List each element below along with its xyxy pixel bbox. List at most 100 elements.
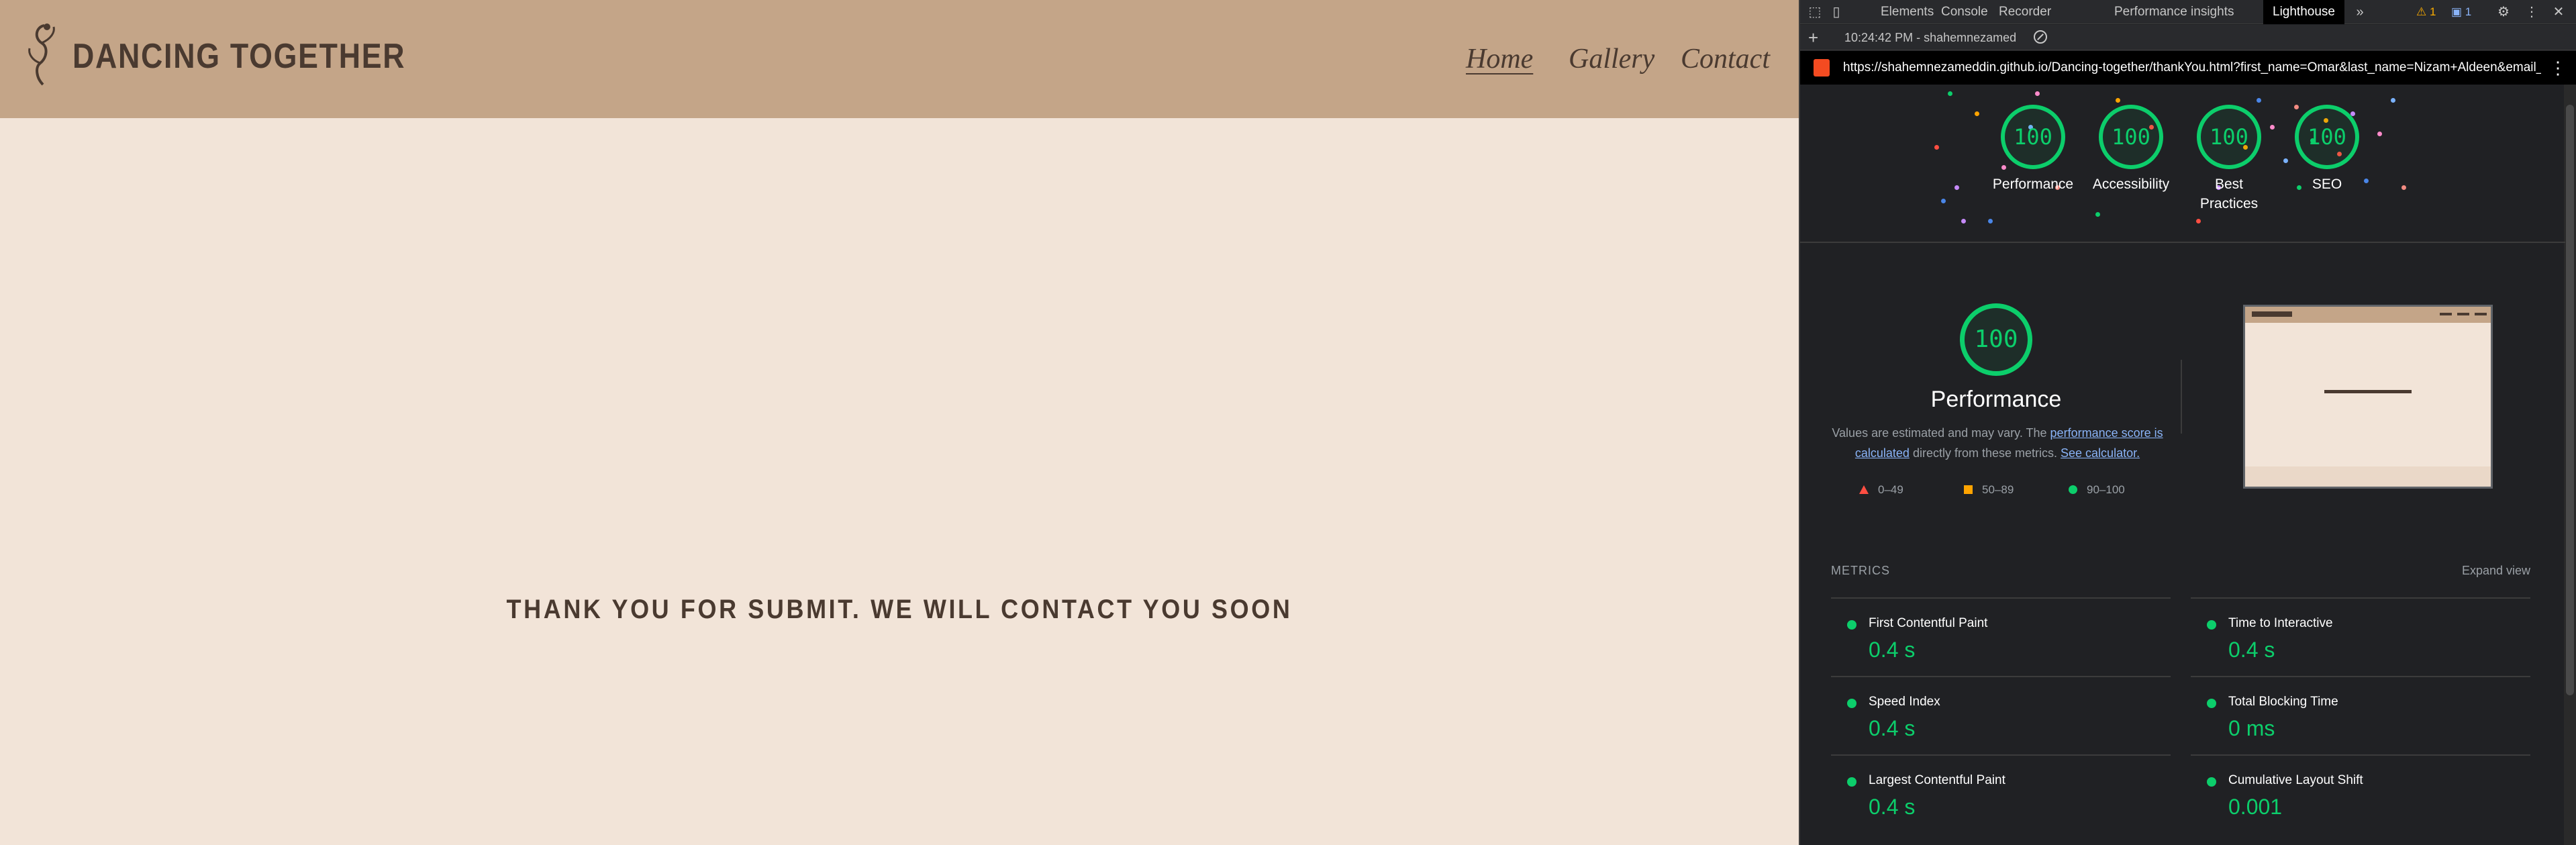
- metric-value: 0.001: [2228, 795, 2283, 819]
- performance-section: 100 Performance Values are estimated and…: [1800, 244, 2565, 526]
- expand-view-toggle[interactable]: Expand view: [2462, 564, 2530, 578]
- gauge-score: 100: [2197, 105, 2261, 169]
- kebab-menu-icon[interactable]: ⋮: [2524, 4, 2540, 20]
- confetti-dot: [1948, 91, 1952, 96]
- report-selector[interactable]: 10:24:42 PM - shahemnezamed: [1844, 31, 2016, 45]
- metric-name: First Contentful Paint: [1869, 616, 1988, 630]
- clear-reports-icon[interactable]: [2034, 30, 2047, 44]
- see-calculator-link[interactable]: See calculator.: [2061, 446, 2140, 460]
- devtools-tabbar: ⬚ ▯ Elements Console Recorder Performanc…: [1800, 0, 2576, 24]
- metric-name: Time to Interactive: [2228, 616, 2333, 630]
- gauge-best-practices[interactable]: 100 Best Practices: [2179, 105, 2279, 213]
- gauge-seo[interactable]: 100 SEO: [2277, 105, 2377, 194]
- metric-value: 0.4 s: [2228, 638, 2275, 662]
- metric-value: 0.4 s: [1869, 716, 1916, 740]
- metric-first-contentful-paint: First Contentful Paint 0.4 s: [1831, 597, 2171, 676]
- thumbnail-nav: [2440, 313, 2452, 315]
- report-scrollbar[interactable]: [2564, 85, 2576, 845]
- warnings-badge[interactable]: ⚠ 1: [2416, 4, 2436, 20]
- tab-performance-insights[interactable]: Performance insights: [2114, 0, 2234, 24]
- legend-pass-label: 90–100: [2087, 483, 2125, 496]
- confetti-dot: [2257, 98, 2261, 103]
- confetti-dot: [1954, 185, 1959, 190]
- metric-name: Speed Index: [1869, 695, 1940, 709]
- warnings-count: 1: [2429, 5, 2436, 18]
- pass-circle-icon: [1847, 777, 1856, 787]
- metric-value: 0.4 s: [1869, 638, 1916, 662]
- new-report-icon[interactable]: +: [1808, 28, 1818, 48]
- confetti-dot: [2116, 98, 2120, 103]
- thumbnail-footer: [2245, 466, 2491, 487]
- pass-circle-icon: [1847, 699, 1856, 708]
- confetti-dot: [2377, 132, 2382, 136]
- close-icon[interactable]: ✕: [2550, 4, 2567, 20]
- chevron-double-right-icon[interactable]: »: [2352, 4, 2368, 20]
- final-screenshot-thumbnail[interactable]: [2243, 305, 2493, 489]
- gauge-performance[interactable]: 100 Performance: [1983, 105, 2083, 194]
- gear-icon[interactable]: ⚙: [2495, 4, 2512, 20]
- metric-value: 0 ms: [2228, 716, 2275, 740]
- report-url[interactable]: https://shahemnezameddin.github.io/Danci…: [1843, 60, 2541, 75]
- legend-fail-label: 0–49: [1878, 483, 1903, 496]
- confetti-dot: [1975, 111, 1979, 116]
- confetti-dot: [2095, 212, 2100, 217]
- gauge-score: 100: [2099, 105, 2163, 169]
- confetti-dot: [1961, 219, 1966, 223]
- metric-name: Total Blocking Time: [2228, 695, 2338, 709]
- gauge-label: Performance: [1992, 177, 2074, 192]
- score-gauges: 100 Performance 100 Accessibility 100 Be…: [1800, 85, 2565, 243]
- metric-total-blocking-time: Total Blocking Time 0 ms: [2191, 676, 2530, 754]
- gauge-label: Best Practices: [2199, 177, 2259, 211]
- metric-name: Largest Contentful Paint: [1869, 773, 2005, 787]
- metric-speed-index: Speed Index 0.4 s: [1831, 676, 2171, 754]
- site-brand[interactable]: DANCING TOGETHER: [72, 36, 405, 77]
- thumbnail-brand: [2252, 311, 2292, 317]
- gauge-score: 100: [2001, 105, 2065, 169]
- confetti-dot: [2401, 185, 2406, 190]
- lighthouse-icon: [1814, 59, 1830, 77]
- legend-average: 50–89: [1964, 483, 2014, 497]
- metric-largest-contentful-paint: Largest Contentful Paint 0.4 s: [1831, 754, 2171, 833]
- nav-contact-link[interactable]: Contact: [1681, 43, 1770, 75]
- thumbnail-nav: [2475, 313, 2487, 315]
- report-menu-icon[interactable]: ⋮: [2549, 58, 2567, 79]
- device-toolbar-icon[interactable]: ▯: [1828, 4, 1844, 20]
- pass-circle-icon: [2207, 620, 2216, 630]
- pass-circle-icon: [2207, 699, 2216, 708]
- thumbnail-message: [2324, 390, 2412, 393]
- inspect-element-icon[interactable]: ⬚: [1807, 4, 1823, 20]
- gauge-accessibility[interactable]: 100 Accessibility: [2081, 105, 2181, 194]
- legend-average-label: 50–89: [1982, 483, 2014, 496]
- thank-you-message: THANK YOU FOR SUBMIT. WE WILL CONTACT YO…: [506, 595, 1293, 624]
- pass-circle-icon: [1847, 620, 1856, 630]
- confetti-dot: [1934, 145, 1939, 150]
- description-text: Values are estimated and may vary. The: [1832, 426, 2050, 440]
- pass-circle-icon: [2207, 777, 2216, 787]
- gauge-label: Accessibility: [2092, 177, 2170, 192]
- legend-pass: 90–100: [2069, 483, 2125, 497]
- triangle-icon: [1859, 485, 1869, 494]
- website-viewport: DANCING TOGETHER Home Gallery Contact TH…: [0, 0, 1799, 845]
- nav-gallery-link[interactable]: Gallery: [1569, 43, 1654, 75]
- gauge-label: SEO: [2312, 177, 2342, 192]
- tab-console[interactable]: Console: [1941, 0, 1988, 24]
- metric-time-to-interactive: Time to Interactive 0.4 s: [2191, 597, 2530, 676]
- performance-title: Performance: [1930, 387, 2062, 412]
- performance-description: Values are estimated and may vary. The p…: [1830, 423, 2165, 463]
- confetti-dot: [2196, 219, 2201, 223]
- devtools-panel: ⬚ ▯ Elements Console Recorder Performanc…: [1799, 0, 2576, 845]
- circle-icon: [2069, 485, 2077, 494]
- confetti-dot: [1988, 219, 1993, 223]
- messages-badge[interactable]: ▣ 1: [2451, 4, 2471, 20]
- tab-elements[interactable]: Elements: [1881, 0, 1934, 24]
- site-header: DANCING TOGETHER Home Gallery Contact: [0, 0, 1799, 118]
- nav-home-link[interactable]: Home: [1466, 43, 1533, 75]
- tab-recorder[interactable]: Recorder: [1999, 0, 2051, 24]
- tab-lighthouse[interactable]: Lighthouse: [2263, 0, 2344, 24]
- dancer-logo-icon[interactable]: [24, 20, 64, 93]
- legend-fail: 0–49: [1859, 483, 1903, 497]
- metric-name: Cumulative Layout Shift: [2228, 773, 2363, 787]
- square-icon: [1964, 485, 1973, 494]
- report-url-bar: https://shahemnezameddin.github.io/Danci…: [1800, 51, 2576, 85]
- scrollbar-thumb[interactable]: [2566, 105, 2574, 695]
